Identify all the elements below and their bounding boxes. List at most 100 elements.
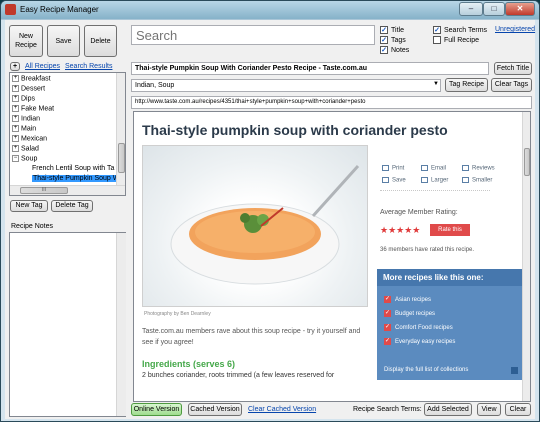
tree-node-fake-meat[interactable]: + Fake Meat xyxy=(12,105,54,112)
collapse-icon[interactable]: − xyxy=(12,155,19,162)
tree-node-main[interactable]: + Main xyxy=(12,125,36,132)
tree-node-label: Fake Meat xyxy=(21,105,55,113)
notes-scrollbar[interactable] xyxy=(116,233,126,416)
soup-bowl-image xyxy=(170,164,360,285)
clear-tags-button[interactable]: Clear Tags xyxy=(491,78,532,92)
filter-notes-checkbox[interactable]: ✓ Notes xyxy=(380,46,409,54)
tree-node-label: Indian xyxy=(21,115,41,123)
expand-icon[interactable]: + xyxy=(12,145,19,152)
reviews-tool[interactable]: Reviews xyxy=(462,165,495,172)
scrollbar-thumb[interactable] xyxy=(118,143,125,173)
item-label: Comfort Food recipes xyxy=(395,324,453,331)
save-button[interactable]: Save xyxy=(47,25,80,57)
more-recipes-item[interactable]: ✓ Comfort Food recipes xyxy=(384,324,453,331)
expand-icon[interactable]: + xyxy=(12,105,19,112)
fetch-title-button[interactable]: Fetch Title xyxy=(494,62,532,75)
rate-this-button[interactable]: Rate this xyxy=(430,224,470,236)
recipe-url-field[interactable]: http://www.taste.com.au/recipes/4351/tha… xyxy=(131,96,532,109)
save-tool[interactable]: Save xyxy=(382,177,406,184)
add-selected-button[interactable]: Add Selected xyxy=(424,403,472,416)
unregistered-link[interactable]: Unregistered xyxy=(495,26,535,33)
minimize-button[interactable]: – xyxy=(459,2,483,16)
new-tag-button[interactable]: New Tag xyxy=(10,200,48,212)
web-browser-pane[interactable]: Thai-style pumpkin soup with coriander p… xyxy=(133,111,531,402)
recipe-notes-textarea[interactable] xyxy=(9,232,126,417)
page-heading: Thai-style pumpkin soup with coriander p… xyxy=(142,122,448,138)
print-tool[interactable]: Print xyxy=(382,165,404,172)
clear-button[interactable]: Clear xyxy=(505,403,531,416)
tree-node-mexican[interactable]: + Mexican xyxy=(12,135,47,142)
smaller-tool[interactable]: Smaller xyxy=(462,177,492,184)
delete-button[interactable]: Delete xyxy=(84,25,117,57)
filter-label: Search Terms xyxy=(444,26,488,34)
checkmark-icon: ✓ xyxy=(384,338,391,345)
rating-stars: ★★★★★ xyxy=(380,225,421,235)
search-results-link[interactable]: Search Results xyxy=(65,63,112,70)
scrollbar-thumb[interactable]: III xyxy=(20,187,68,194)
tree-node-label: French Lentil Soup with Ta xyxy=(32,165,115,172)
maximize-button[interactable]: □ xyxy=(483,2,505,16)
clear-cached-version-link[interactable]: Clear Cached Version xyxy=(248,406,316,413)
expand-icon[interactable]: + xyxy=(12,115,19,122)
members-rated-text: 36 members have rated this recipe. xyxy=(380,247,475,253)
tree-node-soup[interactable]: − Soup xyxy=(12,155,37,162)
view-button[interactable]: View xyxy=(477,403,501,416)
tags-dropdown-icon[interactable]: ▼ xyxy=(433,81,439,87)
online-version-button[interactable]: Online Version xyxy=(131,403,182,416)
client-area: New Recipe Save Delete ✓Title ✓Tags ✓Not… xyxy=(5,20,535,419)
recipe-tags-field[interactable]: Indian, Soup xyxy=(131,79,441,92)
search-input[interactable] xyxy=(131,25,375,45)
category-tree[interactable]: + Breakfast + Dessert + Dips + Fake Meat + In… xyxy=(9,72,126,196)
full-collections-link[interactable]: Display the full list of collections xyxy=(384,367,468,373)
expand-icon[interactable]: + xyxy=(12,75,19,82)
add-category-button[interactable]: + xyxy=(10,62,20,71)
recipe-title-field[interactable]: Thai-style Pumpkin Soup With Coriander P… xyxy=(131,62,489,75)
recipe-intro-text: Taste.com.au members rave about this sou… xyxy=(142,328,361,346)
delete-tag-button[interactable]: Delete Tag xyxy=(51,200,93,212)
tree-node-salad[interactable]: + Salad xyxy=(12,145,39,152)
expand-icon[interactable]: + xyxy=(12,125,19,132)
email-icon xyxy=(421,165,428,171)
recipe-photo xyxy=(142,145,368,307)
checkbox-box: ✓ xyxy=(380,26,388,34)
all-recipes-link[interactable]: All Recipes xyxy=(25,63,60,70)
more-recipes-item[interactable]: ✓ Everyday easy recipes xyxy=(384,338,455,345)
scrollbar-thumb[interactable] xyxy=(524,148,530,176)
tree-node-thai-pumpkin-soup[interactable]: Thai-style Pumpkin Soup W xyxy=(32,175,121,182)
checkmark-icon: ✓ xyxy=(384,324,391,331)
tool-label: Email xyxy=(431,165,447,172)
tree-horizontal-scrollbar[interactable]: III xyxy=(10,185,125,195)
page-vertical-scrollbar[interactable] xyxy=(522,112,530,401)
reviews-icon xyxy=(462,165,469,171)
tree-node-indian[interactable]: + Indian xyxy=(12,115,40,122)
cached-version-button[interactable]: Cached Version xyxy=(188,403,242,416)
tree-vertical-scrollbar[interactable] xyxy=(116,73,125,185)
new-recipe-button[interactable]: New Recipe xyxy=(9,25,43,57)
tree-node-dips[interactable]: + Dips xyxy=(12,95,35,102)
tag-recipe-button[interactable]: Tag Recipe xyxy=(445,78,488,92)
ingredients-heading: Ingredients (serves 6) xyxy=(142,359,236,369)
more-recipes-item[interactable]: ✓ Asian recipes xyxy=(384,296,431,303)
tree-node-label: Dips xyxy=(21,95,36,103)
filter-search-terms-checkbox[interactable]: ✓ Search Terms xyxy=(433,26,487,34)
expand-icon[interactable]: + xyxy=(12,95,19,102)
expand-icon[interactable]: + xyxy=(12,85,19,92)
app-window: Easy Recipe Manager – □ ✕ New Recipe Sav… xyxy=(0,0,540,422)
larger-text-icon xyxy=(421,177,428,183)
filter-tags-checkbox[interactable]: ✓ Tags xyxy=(380,36,406,44)
larger-tool[interactable]: Larger xyxy=(421,177,448,184)
filter-title-checkbox[interactable]: ✓ Title xyxy=(380,26,404,34)
close-button[interactable]: ✕ xyxy=(505,2,535,16)
smaller-text-icon xyxy=(462,177,469,183)
ingredient-line: 2 bunches coriander, roots trimmed (a fe… xyxy=(142,372,335,379)
tree-node-label: Soup xyxy=(21,155,38,163)
more-recipes-item[interactable]: ✓ Budget recipes xyxy=(384,310,435,317)
tree-node-breakfast[interactable]: + Breakfast xyxy=(12,75,51,82)
tree-node-label: Thai-style Pumpkin Soup W xyxy=(33,175,120,182)
tree-node-dessert[interactable]: + Dessert xyxy=(12,85,45,92)
filter-full-recipe-checkbox[interactable]: Full Recipe xyxy=(433,36,479,44)
tree-node-french-lentil-soup[interactable]: French Lentil Soup with Ta xyxy=(32,165,114,172)
email-tool[interactable]: Email xyxy=(421,165,446,172)
expand-icon[interactable]: + xyxy=(12,135,19,142)
photo-caption: Photography by Ben Dearnley xyxy=(144,311,211,317)
